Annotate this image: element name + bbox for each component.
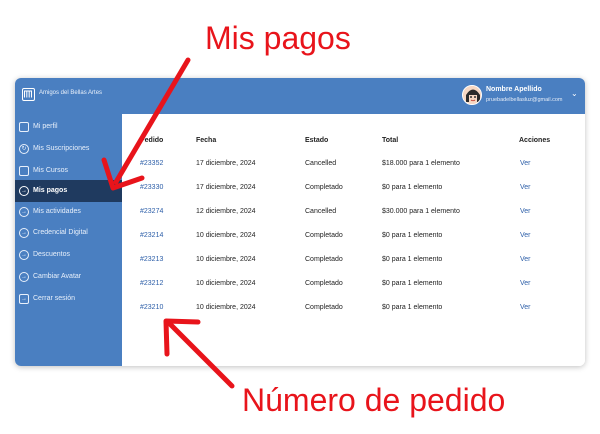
arrow-to-order-number: [167, 321, 235, 389]
arrow-to-mis-pagos: [113, 57, 191, 185]
annotation-numero-de-pedido: Número de pedido: [242, 382, 506, 418]
annotation-mis-pagos: Mis pagos: [205, 20, 351, 56]
annotation-arrows: [101, 57, 235, 389]
